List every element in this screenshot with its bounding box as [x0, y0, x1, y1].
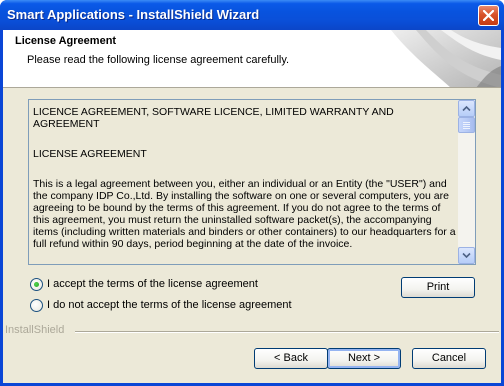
- window-title: Smart Applications - InstallShield Wizar…: [7, 7, 260, 22]
- decline-radio-option[interactable]: I do not accept the terms of the license…: [30, 297, 292, 313]
- vertical-scrollbar[interactable]: [458, 100, 475, 264]
- accept-radio-label[interactable]: I accept the terms of the license agreem…: [47, 278, 258, 290]
- dialog-body: License Agreement Please read the follow…: [3, 30, 501, 383]
- cancel-button[interactable]: Cancel: [412, 348, 486, 369]
- close-button[interactable]: [478, 5, 499, 26]
- installer-window: Smart Applications - InstallShield Wizar…: [0, 0, 504, 386]
- wizard-header: License Agreement Please read the follow…: [3, 30, 501, 88]
- header-subtitle: Please read the following license agreem…: [27, 54, 290, 66]
- scroll-down-button[interactable]: [458, 247, 475, 264]
- decorative-swirl-icon: [391, 30, 501, 87]
- next-button[interactable]: Next >: [327, 348, 401, 369]
- license-body: This is a legal agreement between you, e…: [33, 178, 456, 250]
- decline-radio-label[interactable]: I do not accept the terms of the license…: [47, 299, 292, 311]
- accept-radio-option[interactable]: I accept the terms of the license agreem…: [30, 276, 258, 292]
- license-text: LICENCE AGREEMENT, SOFTWARE LICENCE, LIM…: [33, 106, 457, 262]
- license-heading: LICENCE AGREEMENT, SOFTWARE LICENCE, LIM…: [33, 106, 394, 130]
- license-subheading: LICENSE AGREEMENT: [33, 148, 147, 160]
- decline-radio[interactable]: [30, 298, 43, 312]
- print-button[interactable]: Print: [401, 277, 475, 298]
- accept-radio[interactable]: [30, 277, 43, 291]
- back-button[interactable]: < Back: [254, 348, 328, 369]
- scroll-up-button[interactable]: [458, 100, 475, 117]
- header-title: License Agreement: [15, 35, 117, 47]
- installshield-brand: InstallShield: [5, 324, 65, 336]
- title-bar[interactable]: Smart Applications - InstallShield Wizar…: [0, 0, 504, 30]
- scroll-thumb[interactable]: [458, 117, 475, 133]
- divider: [75, 331, 499, 333]
- license-text-box[interactable]: LICENCE AGREEMENT, SOFTWARE LICENCE, LIM…: [28, 99, 476, 265]
